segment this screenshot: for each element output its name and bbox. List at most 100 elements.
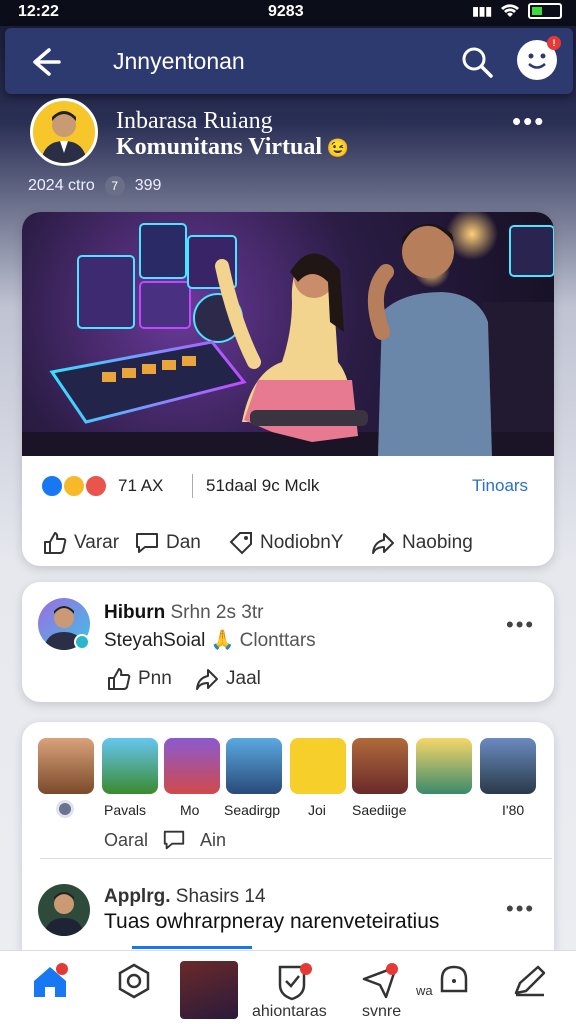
view-count: 399	[134, 177, 162, 194]
divider	[192, 474, 193, 498]
divider	[40, 858, 552, 859]
profile-emoji-button[interactable]: !	[517, 36, 561, 80]
like-label: Varar	[74, 532, 120, 553]
notification-badge	[300, 963, 312, 975]
battery-icon	[528, 3, 562, 19]
post-date: 2024 ctro	[28, 177, 95, 194]
post2-avatar[interactable]	[38, 884, 90, 936]
story-label-3: Seadirgp	[224, 802, 281, 818]
post2-header: Applrg. Shasirs 14	[104, 886, 266, 908]
nav-label-1: ahiontaras	[252, 1003, 327, 1020]
notification-badge: !	[547, 36, 561, 50]
angry-reaction-icon[interactable]	[84, 474, 108, 498]
like-action[interactable]: Varar	[42, 530, 119, 556]
stories-card: Pavals Mo Seadirgp Joi Saediige I'80 Oar…	[22, 722, 554, 982]
post-title-text: Komunitans Virtual	[116, 134, 323, 160]
card2-header: Hiburn Srhn 2s 3tr	[104, 602, 263, 624]
thumbs-up-icon	[44, 532, 67, 554]
story-label-4: Joi	[308, 802, 326, 818]
like-reaction-icon[interactable]	[40, 474, 64, 498]
tag-icon	[229, 532, 252, 555]
card2-subtitle-text-2: Clonttars	[239, 630, 316, 651]
story-thumb-3[interactable]	[164, 738, 220, 794]
post2-name[interactable]: Applrg.	[104, 886, 171, 907]
story-label-8: I'80	[502, 802, 525, 818]
post-meta: 2024 ctro 7 399	[28, 176, 161, 196]
wifi-icon	[501, 4, 519, 17]
story-thumb-8[interactable]	[480, 738, 536, 794]
page-title: Jnnyentonan	[113, 48, 245, 74]
row2-label-2[interactable]: Ain	[200, 830, 226, 851]
story-info-icon[interactable]	[56, 800, 74, 818]
story-thumb-5[interactable]	[290, 738, 346, 794]
card2-like-action[interactable]: Pnn	[106, 666, 172, 692]
top-app-bar: Jnnyentonan !	[5, 28, 573, 94]
card2-subtitle-text: SteyahSoial	[104, 630, 206, 651]
more-options-icon[interactable]: •••	[512, 108, 545, 134]
comment-count-badge: 7	[104, 176, 125, 196]
back-arrow-icon[interactable]	[25, 42, 65, 82]
nav-label-2: svnre	[362, 1003, 402, 1020]
story-label-5: Saediige	[352, 802, 407, 818]
bottom-navigation: ahiontaras svnre wa	[0, 950, 576, 1024]
share-action[interactable]: Naobing	[370, 530, 473, 556]
main-post-card: 71 AX 51daal 9c Mclk Tinoars Varar Dan N…	[22, 212, 554, 566]
tag-label: NodiobnY	[260, 532, 344, 553]
person-avatar-icon	[41, 111, 87, 163]
author-avatar[interactable]	[30, 98, 98, 166]
edit-pencil-icon[interactable]	[508, 961, 552, 1001]
card2-meta: Srhn 2s 3tr	[170, 602, 264, 623]
reactions-row: 71 AX 51daal 9c Mclk Tinoars	[40, 474, 540, 502]
watch-hexagon-icon[interactable]	[112, 961, 156, 1001]
comment-action[interactable]: Dan	[134, 530, 201, 556]
post2-text: Tuas owhrarpneray narenveteiratius	[104, 910, 440, 933]
thumbs-up-icon	[108, 668, 131, 690]
person-avatar-icon	[44, 892, 84, 936]
status-center-text: 9283	[268, 3, 304, 20]
post2-name2: Shasirs 14	[175, 886, 266, 907]
center-media-thumb[interactable]	[180, 961, 238, 1019]
search-icon[interactable]	[457, 42, 497, 82]
share-arrow-icon	[372, 533, 394, 554]
comment-label: Dan	[166, 532, 201, 553]
status-icons: ▮▮▮	[472, 3, 562, 19]
share-label: Naobing	[402, 532, 473, 553]
comment-icon	[136, 533, 158, 553]
progress-underline	[132, 946, 252, 949]
story-thumb-7[interactable]	[416, 738, 472, 794]
story-label-1: Pavals	[104, 802, 147, 818]
home-badge	[56, 963, 68, 975]
more-options-icon[interactable]: •••	[506, 898, 535, 920]
post-header: Inbarasa Ruiang Komunitans Virtual 😉 202…	[28, 98, 550, 198]
post-title-line-1: Inbarasa Ruiang	[116, 108, 273, 134]
post-title-line-2: Komunitans Virtual 😉	[116, 134, 349, 161]
send-badge	[386, 963, 398, 975]
more-options-icon[interactable]: •••	[506, 614, 535, 636]
card2-like-label: Pnn	[138, 668, 172, 689]
stories-row2: Oaral Ain	[104, 828, 226, 852]
tag-action[interactable]: NodiobnY	[228, 530, 343, 556]
hand-emoji-icon: 🙏	[210, 630, 235, 651]
haha-reaction-icon[interactable]	[62, 474, 86, 498]
reactions-count[interactable]: 71 AX	[118, 476, 163, 496]
status-time: 12:22	[18, 3, 59, 20]
shares-count[interactable]: 51daal 9c Mclk	[206, 476, 319, 496]
more-link[interactable]: Tinoars	[472, 476, 528, 496]
story-thumb-6[interactable]	[352, 738, 408, 794]
share-arrow-icon	[196, 669, 218, 690]
card2-share-action[interactable]: Jaal	[194, 666, 261, 692]
story-thumb-1[interactable]	[38, 738, 94, 794]
verified-badge	[74, 634, 90, 650]
post-card-2: Hiburn Srhn 2s 3tr SteyahSoial 🙏 Clontta…	[22, 582, 554, 702]
card2-subtitle: SteyahSoial 🙏 Clonttars	[104, 628, 316, 652]
emoji-icon: 😉	[322, 138, 349, 158]
row2-label-1[interactable]: Oaral	[104, 830, 148, 851]
card2-name[interactable]: Hiburn	[104, 602, 165, 623]
chat-bubble-icon[interactable]	[432, 961, 476, 1001]
post-image[interactable]	[22, 212, 554, 456]
nav-label-3: wa	[416, 983, 433, 998]
signal-icon: ▮▮▮	[472, 4, 492, 18]
story-thumb-4[interactable]	[226, 738, 282, 794]
story-thumb-2[interactable]	[102, 738, 158, 794]
comment-icon	[163, 830, 185, 850]
